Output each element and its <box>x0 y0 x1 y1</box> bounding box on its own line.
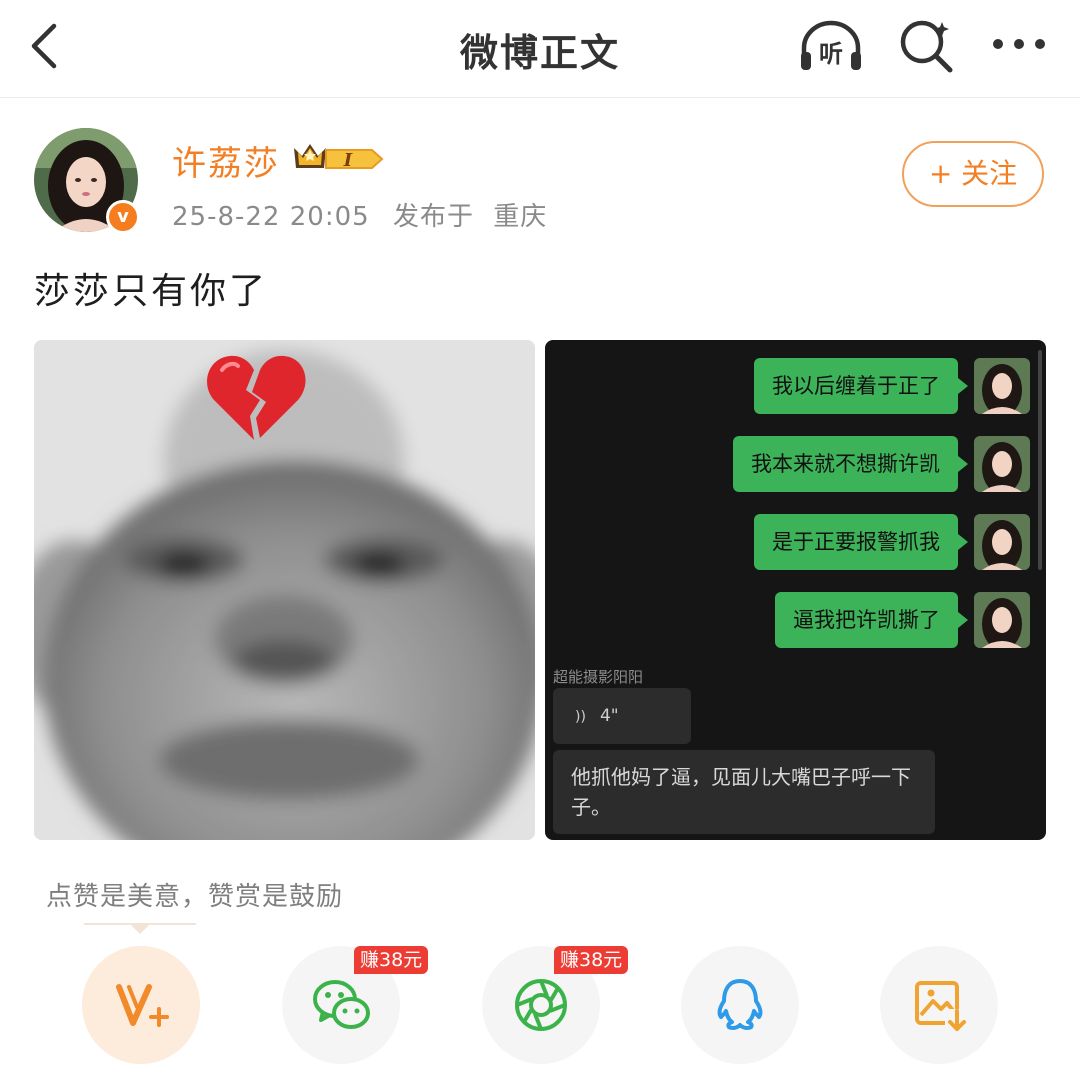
voice-message: )) 4" <box>553 688 691 744</box>
save-image-icon <box>915 981 969 1035</box>
author-name[interactable]: 许荔莎 <box>172 136 280 185</box>
more-dots-icon[interactable] <box>990 34 1048 54</box>
wechat-icon <box>313 980 370 1029</box>
verified-badge: v <box>106 200 140 234</box>
qq-icon <box>717 979 763 1030</box>
crown-icon[interactable]: I <box>290 138 386 178</box>
chat-scrollbar <box>1038 350 1042 570</box>
voice-wave-icon: )) <box>575 709 586 725</box>
chat-sender-name: 超能摄影阳阳 <box>553 668 644 686</box>
chat-avatar <box>974 514 1030 570</box>
chat-bubble-sent: 逼我把许凯撕了 <box>775 592 968 648</box>
post-location: 重庆 <box>493 202 548 232</box>
earn-badge: 赚38元 <box>554 946 629 974</box>
chat-row: 逼我把许凯撕了 <box>630 592 1030 648</box>
post-image-chat[interactable]: 我以后缠着于正了 我本来就不想撕许凯 是于正要报警抓我 逼我把许凯撕了 超能摄影… <box>545 340 1046 840</box>
post-text: 莎莎只有你了 <box>34 271 269 312</box>
moments-icon <box>515 979 567 1031</box>
chat-row: 是于正要报警抓我 <box>630 514 1030 570</box>
follow-button[interactable]: + 关注 <box>902 141 1044 207</box>
chat-bubble-sent: 是于正要报警抓我 <box>754 514 968 570</box>
earn-badge: 赚38元 <box>354 946 429 974</box>
chat-bubble-sent: 我本来就不想撕许凯 <box>733 436 968 492</box>
post-meta: 25-8-22 20:05 发布于 重庆 <box>172 196 547 233</box>
broken-heart-icon <box>207 355 306 440</box>
share-qq-button[interactable] <box>681 946 799 1064</box>
tooltip-pointer <box>84 923 196 934</box>
headphones-icon[interactable]: 听 <box>798 18 864 74</box>
search-icon[interactable] <box>898 18 954 74</box>
location-prefix: 发布于 <box>392 202 474 232</box>
listen-label: 听 <box>819 40 843 68</box>
voice-duration: 4" <box>599 706 619 726</box>
chat-bubble-received: 他抓他妈了逼，见面儿大嘴巴子呼一下子。 <box>553 750 935 834</box>
post-image-meme[interactable] <box>34 340 535 840</box>
top-bar: 微博正文 听 <box>0 0 1080 98</box>
chat-row: 我本来就不想撕许凯 <box>630 436 1030 492</box>
reward-note: 点赞是美意，赞赏是鼓励 <box>46 882 344 912</box>
level-label: I <box>343 150 353 171</box>
save-image-button[interactable] <box>880 946 998 1064</box>
post-date: 25-8-22 20:05 <box>172 202 370 232</box>
chat-avatar <box>974 358 1030 414</box>
chat-row: 我以后缠着于正了 <box>630 358 1030 414</box>
reward-button[interactable] <box>82 946 200 1064</box>
chat-bubble-sent: 我以后缠着于正了 <box>754 358 968 414</box>
chat-avatar <box>974 436 1030 492</box>
v-plus-icon <box>116 984 169 1027</box>
chat-avatar <box>974 592 1030 648</box>
